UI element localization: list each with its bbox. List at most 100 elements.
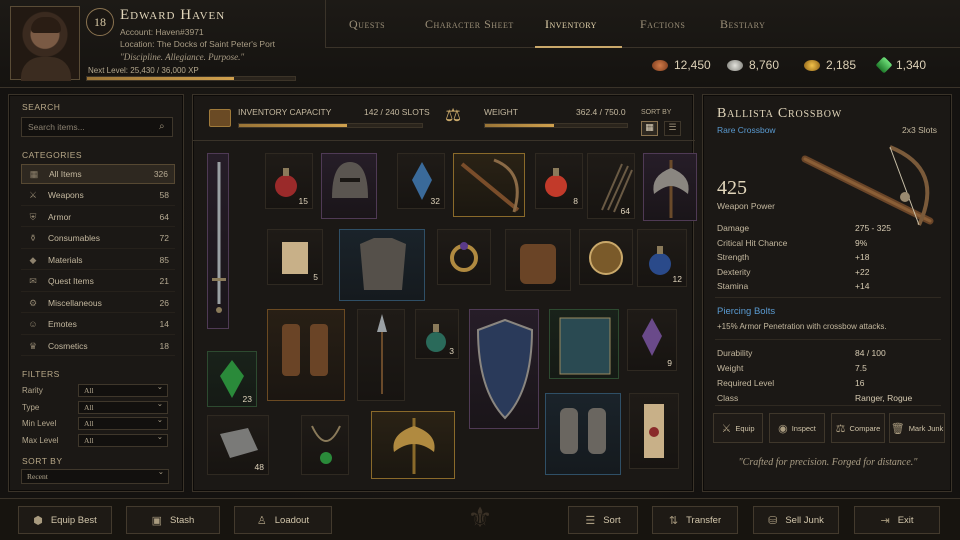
category-miscellaneous[interactable]: ⚙ Miscellaneous 26	[21, 293, 175, 313]
filter-rarity-select[interactable]: All	[78, 382, 168, 397]
category-armor[interactable]: ⛨ Armor 64	[21, 207, 175, 227]
inventory-slot-gauntlets[interactable]	[545, 393, 621, 475]
tab-factions[interactable]: Factions	[640, 17, 685, 32]
mark-junk-button[interactable]: 🗑 Mark Junk	[889, 413, 945, 443]
filter-min-level-select[interactable]: All	[78, 415, 168, 430]
equip-best-label: Equip Best	[50, 514, 97, 526]
gold-coins-icon	[804, 59, 820, 71]
grid-view-button[interactable]: ▦	[641, 121, 658, 136]
stat-label: Dexterity	[717, 266, 751, 277]
exit-icon: ⇥	[880, 514, 890, 527]
stat-value: +14	[855, 281, 870, 291]
category-consumables[interactable]: ⚱ Consumables 72	[21, 229, 175, 249]
inventory-slot-purple-crystal[interactable]: 9	[627, 309, 677, 371]
tab-quests[interactable]: Quests	[349, 17, 385, 32]
compare-button[interactable]: ⚖ Compare	[831, 413, 885, 443]
inventory-slot-longsword[interactable]	[207, 153, 229, 329]
tab-bestiary[interactable]: Bestiary	[720, 17, 765, 32]
character-portrait[interactable]	[10, 6, 80, 81]
inventory-slot-compass-amulet[interactable]	[579, 229, 633, 285]
tab-character-sheet[interactable]: Character Sheet	[425, 17, 514, 32]
transfer-button[interactable]: ⇅ Transfer	[652, 506, 738, 534]
capacity-bar: INVENTORY CAPACITY 142 / 240 SLOTS ⚖ WEI…	[193, 95, 695, 141]
category-cosmetics[interactable]: ♛ Cosmetics 18	[21, 336, 175, 356]
inventory-slot-ring[interactable]	[437, 229, 491, 285]
sort-button[interactable]: ☰ Sort	[568, 506, 638, 534]
equip-best-button[interactable]: ⬢ Equip Best	[18, 506, 112, 534]
inventory-slot-emerald-necklace[interactable]	[301, 415, 349, 475]
tab-inventory[interactable]: Inventory	[545, 17, 597, 32]
inventory-slot-chestplate[interactable]	[339, 229, 425, 301]
inventory-slot-arrows[interactable]: 64	[587, 153, 635, 219]
silver-coins-icon	[727, 59, 743, 71]
character-name: Edward Haven	[120, 7, 226, 23]
chest-icon	[209, 109, 231, 127]
character-motto: "Discipline. Allegiance. Purpose."	[120, 52, 245, 62]
item-quantity: 64	[620, 206, 630, 216]
stash-label: Stash	[170, 514, 195, 526]
exit-button[interactable]: ⇥ Exit	[854, 506, 940, 534]
sell-junk-button[interactable]: ⛁ Sell Junk	[753, 506, 839, 534]
filter-type-select[interactable]: All	[78, 399, 168, 414]
inventory-slot-boots[interactable]	[267, 309, 345, 401]
search-icon[interactable]: ⌕	[159, 121, 165, 132]
info-value: 16	[855, 378, 865, 388]
currency-silver: 8,760	[727, 58, 779, 72]
chestplate-icon	[360, 238, 406, 290]
inventory-slot-iron-ingot[interactable]: 48	[207, 415, 269, 475]
item-quantity: 12	[672, 274, 682, 284]
weapon-power-value: 425	[717, 177, 747, 199]
category-all-items[interactable]: ▦ All Items 326	[21, 164, 175, 184]
main-nav: Quests Character Sheet Inventory Faction…	[325, 0, 960, 48]
filter-max-level-select[interactable]: All	[78, 432, 168, 447]
scales-icon: ⚖	[445, 105, 462, 125]
inventory-slot-battle-axe[interactable]	[643, 153, 697, 221]
character-header: 18 Edward Haven Account: Haven#3971 Loca…	[0, 0, 960, 88]
list-view-button[interactable]: ☰	[664, 121, 681, 136]
transfer-label: Transfer	[686, 514, 722, 526]
search-input[interactable]: Search items...	[21, 117, 173, 137]
inventory-slot-blue-potion[interactable]: 12	[637, 229, 687, 287]
category-emotes[interactable]: ☺ Emotes 14	[21, 315, 175, 335]
inventory-slot-golden-axe[interactable]	[371, 411, 455, 479]
xp-bar-fill	[87, 77, 234, 80]
inspect-button[interactable]: ◉ Inspect	[769, 413, 825, 443]
inventory-slot-blue-crystal[interactable]: 32	[397, 153, 445, 209]
inventory-slot-spellbook[interactable]	[549, 309, 619, 379]
ore-icon: ◆	[29, 254, 37, 265]
category-label: All Items	[49, 169, 82, 179]
inventory-slot-parchment[interactable]: 5	[267, 229, 323, 285]
helmet-icon	[332, 162, 368, 198]
sort-select[interactable]: Recent	[21, 467, 169, 484]
chest-icon: ▣	[151, 514, 163, 527]
stash-button[interactable]: ▣ Stash	[126, 506, 220, 534]
equip-button[interactable]: ⚔ Equip	[713, 413, 763, 443]
info-row: Durability 84 / 100	[717, 348, 939, 358]
eye-icon: ◉	[778, 422, 788, 435]
loadout-button[interactable]: ♙ Loadout	[234, 506, 332, 534]
crossbow-icon	[460, 158, 520, 213]
category-quest-items[interactable]: ✉ Quest Items 21	[21, 272, 175, 292]
account-label: Account: Haven#3971	[120, 27, 204, 37]
active-tab-indicator	[535, 46, 622, 48]
inventory-slot-health-potion[interactable]: 8	[535, 153, 583, 209]
inventory-slot-crossbow[interactable]	[453, 153, 525, 217]
weapon-power-label: Weapon Power	[717, 201, 775, 211]
category-materials[interactable]: ◆ Materials 85	[21, 250, 175, 270]
inventory-slot-helmet[interactable]	[321, 153, 377, 219]
inventory-slot-spear[interactable]	[357, 309, 405, 401]
weight-label: WEIGHT	[484, 107, 518, 117]
green-gem-icon	[875, 56, 893, 74]
trash-icon: 🗑	[890, 422, 905, 435]
inventory-slot-sealed-scroll[interactable]	[629, 393, 679, 469]
category-weapons[interactable]: ⚔ Weapons 58	[21, 186, 175, 206]
inventory-slot-backpack[interactable]	[505, 229, 571, 291]
inventory-slot-green-flask[interactable]: 3	[415, 309, 459, 359]
inventory-slot-kite-shield[interactable]	[469, 309, 539, 429]
sword-icon: ⚔	[28, 190, 38, 200]
info-label: Class	[717, 393, 739, 403]
copper-value: 12,450	[674, 58, 711, 72]
inventory-slot-green-gem[interactable]: 23	[207, 351, 257, 407]
inventory-slot-red-potion[interactable]: 15	[265, 153, 313, 209]
info-row: Required Level 16	[717, 378, 939, 388]
